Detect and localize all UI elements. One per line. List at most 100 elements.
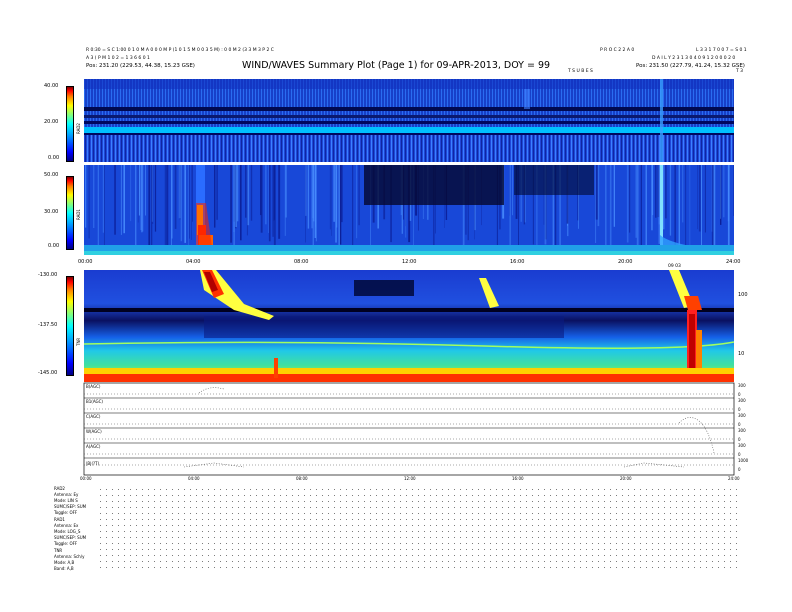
mode-grid-dot <box>412 561 413 562</box>
mode-grid-dot <box>322 519 323 520</box>
mode-grid-dot <box>478 549 479 550</box>
mode-grid-dot <box>256 513 257 514</box>
mode-grid-dot <box>562 513 563 514</box>
rad1-streak <box>88 165 90 239</box>
mode-grid-dot <box>286 525 287 526</box>
mode-grid-dot <box>178 525 179 526</box>
mode-grid-dot <box>304 489 305 490</box>
mode-grid-dot <box>496 489 497 490</box>
mode-grid-dot <box>436 501 437 502</box>
mode-grid-dot <box>184 513 185 514</box>
mode-grid-dot <box>676 507 677 508</box>
mode-grid-dot <box>472 561 473 562</box>
mode-grid-dot <box>646 513 647 514</box>
mode-grid-dot <box>184 543 185 544</box>
mode-grid-dot <box>610 567 611 568</box>
mode-grid-dot <box>418 507 419 508</box>
mode-grid-dot <box>250 567 251 568</box>
mode-grid-dot <box>400 507 401 508</box>
mode-grid-dot <box>436 567 437 568</box>
mode-grid-dot <box>490 525 491 526</box>
mode-grid-dot <box>586 495 587 496</box>
mode-grid-dot <box>190 513 191 514</box>
rad2-colorbar <box>66 86 74 162</box>
mode-grid-dot <box>172 543 173 544</box>
mode-grid-dot <box>346 555 347 556</box>
mode-grid-dot <box>730 531 731 532</box>
mode-grid-dot <box>604 501 605 502</box>
mode-grid-dot <box>118 531 119 532</box>
mode-grid-dot <box>490 549 491 550</box>
mode-grid-dot <box>700 519 701 520</box>
mode-grid-dot <box>226 543 227 544</box>
mode-grid-dot <box>310 531 311 532</box>
mode-grid-dot <box>724 543 725 544</box>
mode-grid-dot <box>130 507 131 508</box>
mode-grid-dot <box>298 531 299 532</box>
mode-grid-dot <box>316 495 317 496</box>
mode-grid-dot <box>328 519 329 520</box>
mode-grid-dot <box>100 513 101 514</box>
mode-grid-dot <box>346 513 347 514</box>
mode-grid-dot <box>706 567 707 568</box>
mode-grid-dot <box>358 561 359 562</box>
mode-grid-dot <box>340 543 341 544</box>
mode-grid-dot <box>610 501 611 502</box>
mode-grid-dot <box>394 555 395 556</box>
mode-grid-dot <box>688 561 689 562</box>
mode-grid-dot <box>262 561 263 562</box>
mode-grid-dot <box>244 495 245 496</box>
mode-grid-dot <box>538 531 539 532</box>
agc-right-5a: 1000 <box>738 458 749 463</box>
mode-grid-dot <box>412 525 413 526</box>
mode-grid-dot <box>430 519 431 520</box>
mode-grid-dot <box>622 555 623 556</box>
mode-grid-dot <box>454 495 455 496</box>
mode-grid-dot <box>508 531 509 532</box>
mode-grid-dot <box>520 513 521 514</box>
mode-grid-dot <box>268 489 269 490</box>
mode-grid-dot <box>574 537 575 538</box>
mode-grid-dot <box>244 507 245 508</box>
mode-grid-dot <box>226 495 227 496</box>
mode-grid-dot <box>418 555 419 556</box>
mode-grid-dot <box>262 537 263 538</box>
mode-grid-dot <box>208 519 209 520</box>
mode-grid-dot <box>694 537 695 538</box>
mode-grid-dot <box>136 567 137 568</box>
mode-grid-dot <box>592 525 593 526</box>
mode-grid-dot <box>598 519 599 520</box>
mode-grid-dot <box>478 543 479 544</box>
mode-grid-dot <box>484 555 485 556</box>
rad1-streak <box>191 165 192 240</box>
mode-grid-dot <box>718 519 719 520</box>
mode-grid-dot <box>334 489 335 490</box>
mode-grid-dot <box>412 513 413 514</box>
rad1-streak <box>315 165 317 242</box>
mode-grid-dot <box>730 501 731 502</box>
mode-grid-dot <box>160 513 161 514</box>
mode-grid-dot <box>574 489 575 490</box>
mode-grid-dot <box>454 555 455 556</box>
mode-grid-dot <box>652 489 653 490</box>
mode-grid-dot <box>286 501 287 502</box>
rad1-streak <box>216 165 218 220</box>
mode-grid-dot <box>238 501 239 502</box>
mode-grid-dot <box>574 525 575 526</box>
mode-grid-dot <box>340 495 341 496</box>
mode-grid-dot <box>664 543 665 544</box>
agc-right-5b: 0 <box>738 467 741 472</box>
rad1-streak <box>333 165 335 222</box>
mode-grid-dot <box>292 567 293 568</box>
mode-grid-dot <box>604 519 605 520</box>
mode-grid-dot <box>310 501 311 502</box>
mode-grid-dot <box>286 561 287 562</box>
mode-grid-dot <box>724 489 725 490</box>
mode-grid-dot <box>418 537 419 538</box>
mode-grid-dot <box>718 555 719 556</box>
mode-grid-dot <box>112 567 113 568</box>
mode-grid-dot <box>724 555 725 556</box>
mode-grid-dot <box>550 549 551 550</box>
mode-rad2-2: SUMC/SEP: SUM <box>54 504 87 509</box>
mode-grid-dot <box>712 501 713 502</box>
